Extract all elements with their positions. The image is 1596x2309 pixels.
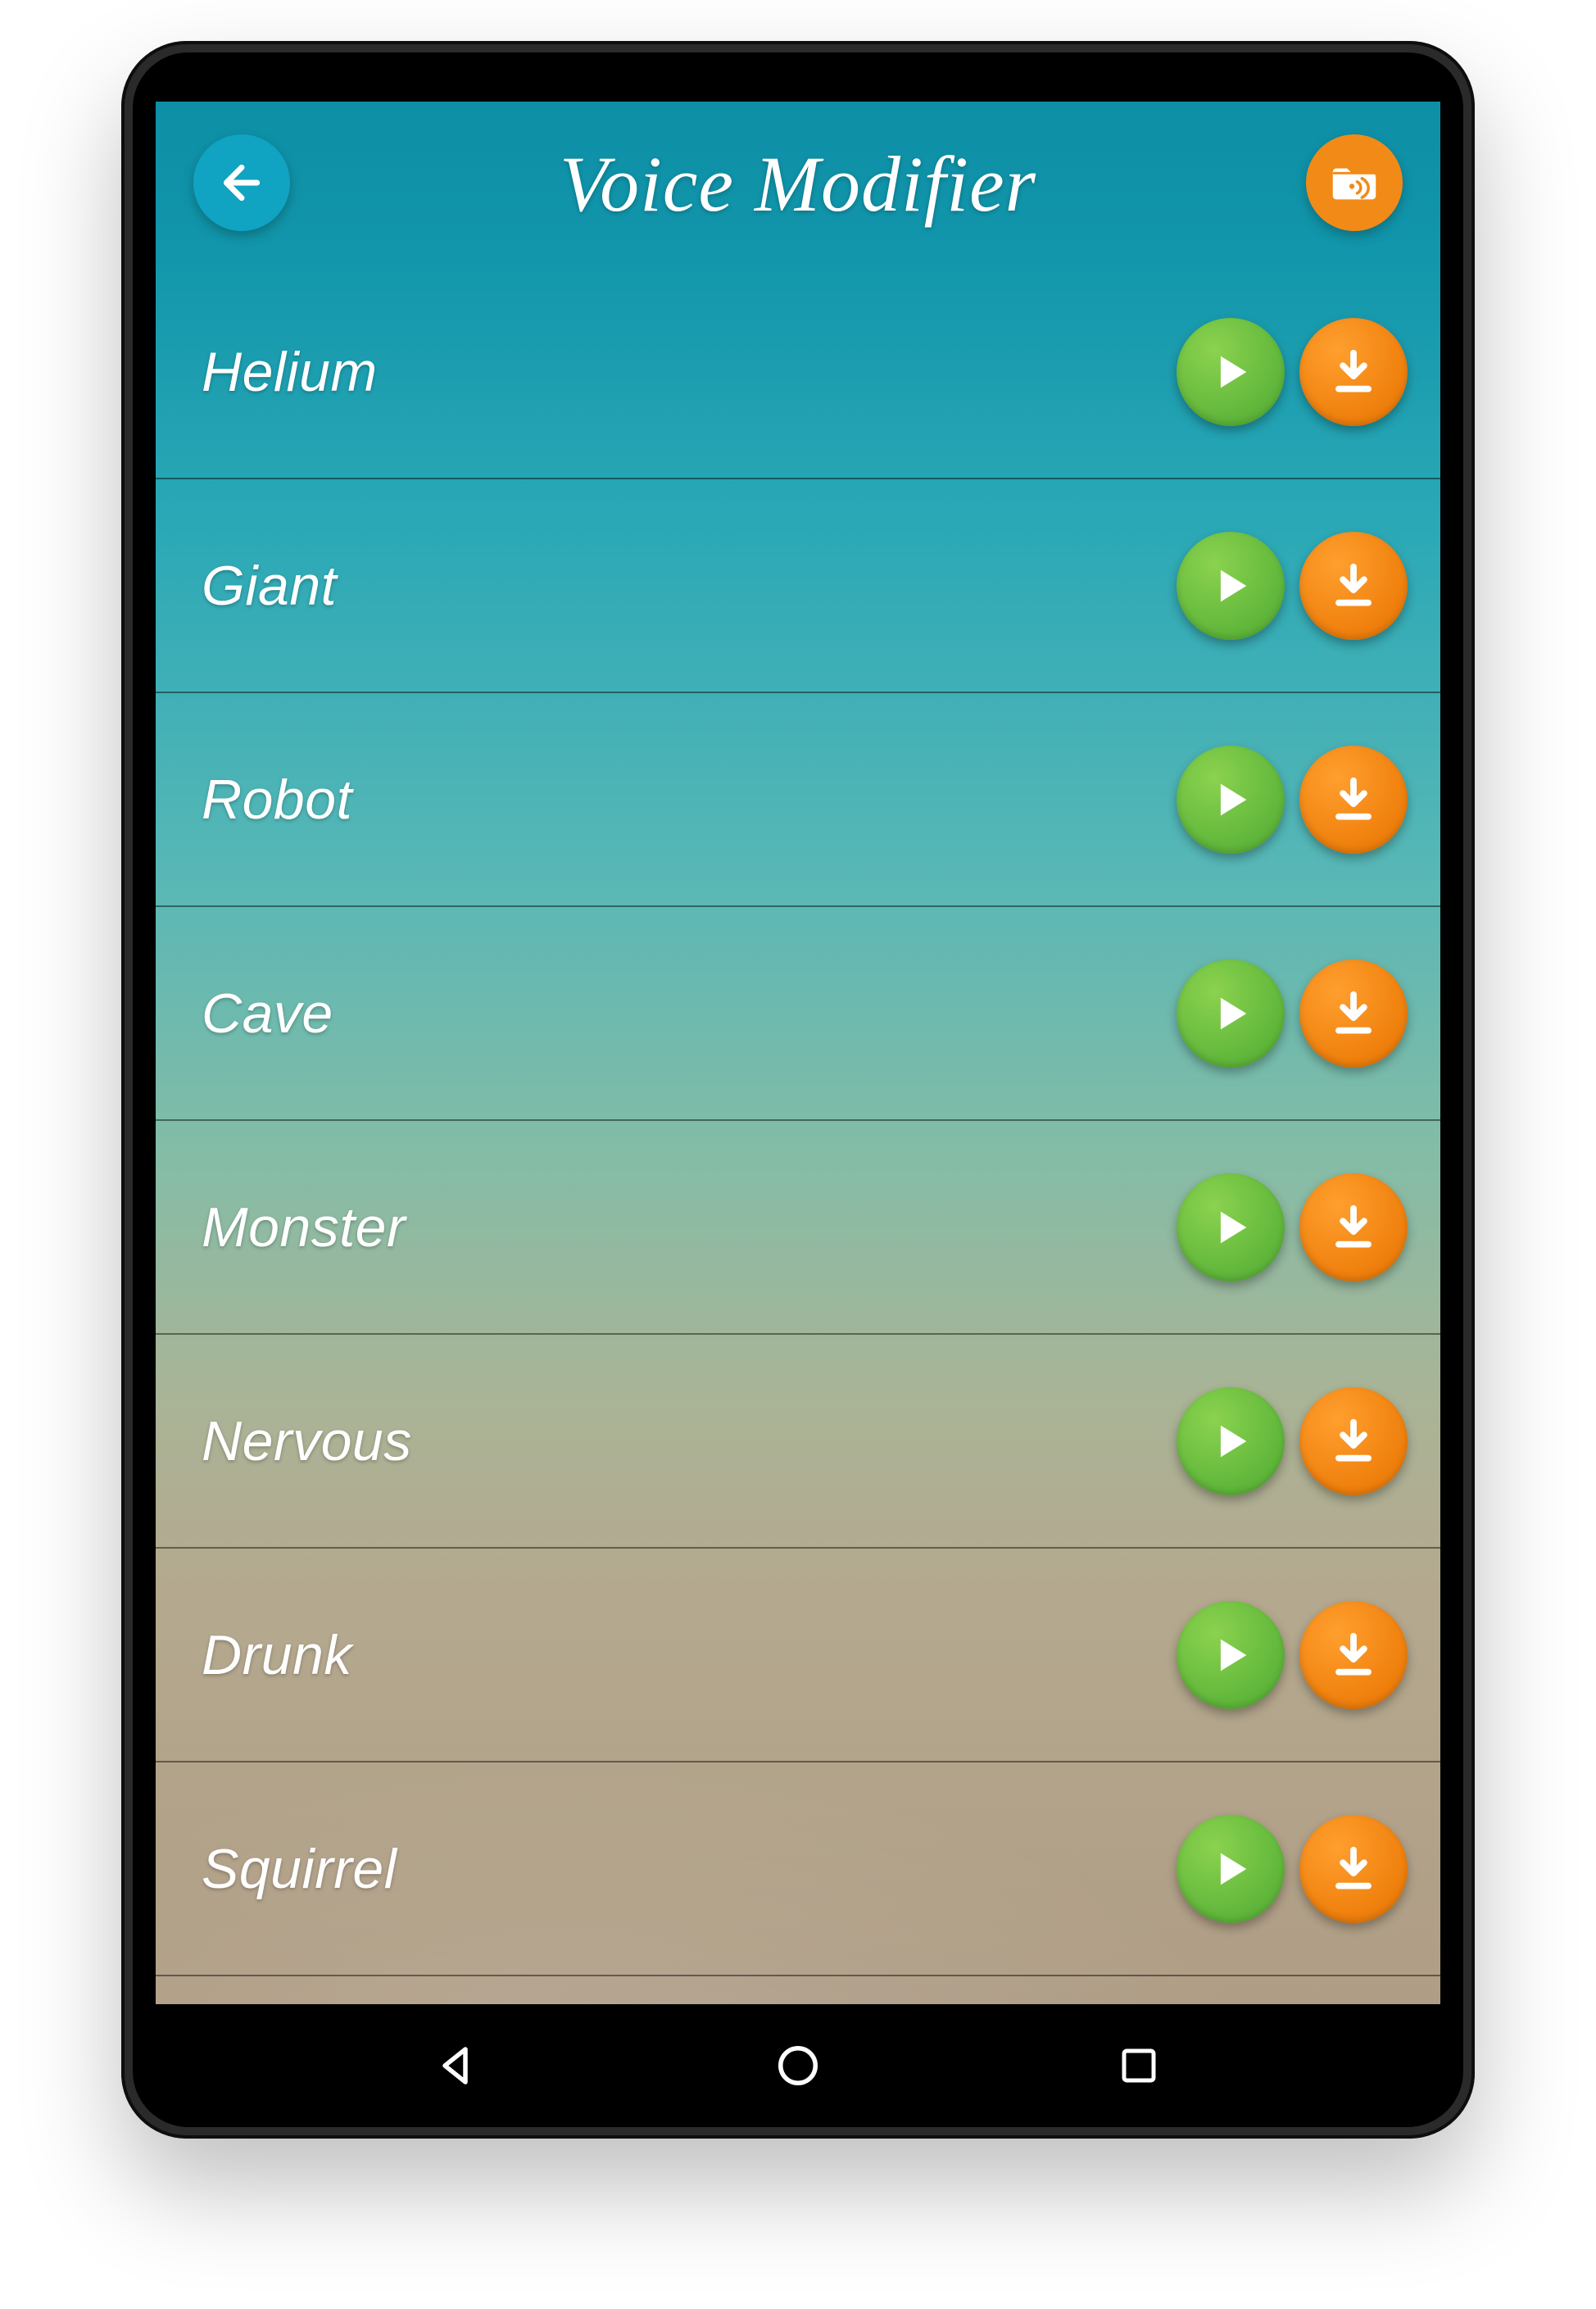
play-icon: [1207, 1204, 1254, 1251]
download-button[interactable]: [1299, 1173, 1408, 1282]
effect-label: Cave: [202, 982, 1177, 1046]
download-button[interactable]: [1299, 1815, 1408, 1923]
download-button[interactable]: [1299, 1387, 1408, 1495]
row-actions: [1177, 532, 1408, 640]
list-item: Helium: [156, 265, 1440, 479]
nav-back-button[interactable]: [420, 2029, 494, 2103]
list-item: Robot: [156, 693, 1440, 907]
play-button[interactable]: [1177, 1173, 1285, 1282]
row-actions: [1177, 1601, 1408, 1709]
effects-list: Helium: [156, 265, 1440, 1976]
row-actions: [1177, 318, 1408, 426]
download-button[interactable]: [1299, 746, 1408, 854]
play-button[interactable]: [1177, 1601, 1285, 1709]
play-icon: [1207, 562, 1254, 610]
download-icon: [1328, 1844, 1379, 1894]
list-item: Squirrel: [156, 1762, 1440, 1976]
download-icon: [1328, 774, 1379, 825]
nav-home-button[interactable]: [761, 2029, 835, 2103]
app-screen: Voice Modifier Helium: [156, 102, 1440, 2004]
circle-icon: [773, 2041, 823, 2090]
row-actions: [1177, 1387, 1408, 1495]
folder-sound-icon: [1326, 154, 1383, 211]
effect-label: Drunk: [202, 1623, 1177, 1687]
list-item: Monster: [156, 1121, 1440, 1335]
download-button[interactable]: [1299, 1601, 1408, 1709]
nav-recent-button[interactable]: [1102, 2029, 1176, 2103]
effect-label: Monster: [202, 1195, 1177, 1259]
play-icon: [1207, 1631, 1254, 1679]
play-icon: [1207, 990, 1254, 1037]
list-item: Nervous: [156, 1335, 1440, 1549]
play-button[interactable]: [1177, 1387, 1285, 1495]
row-actions: [1177, 1173, 1408, 1282]
play-button[interactable]: [1177, 746, 1285, 854]
row-actions: [1177, 959, 1408, 1068]
download-button[interactable]: [1299, 959, 1408, 1068]
download-icon: [1328, 1630, 1379, 1681]
triangle-left-icon: [433, 2041, 482, 2090]
download-button[interactable]: [1299, 318, 1408, 426]
effect-label: Squirrel: [202, 1837, 1177, 1901]
tablet-frame: Voice Modifier Helium: [121, 41, 1475, 2139]
row-actions: [1177, 746, 1408, 854]
app-header: Voice Modifier: [156, 102, 1440, 265]
play-icon: [1207, 1418, 1254, 1465]
download-icon: [1328, 560, 1379, 611]
tablet-inner: Voice Modifier Helium: [133, 52, 1463, 2127]
list-item: Cave: [156, 907, 1440, 1121]
play-button[interactable]: [1177, 318, 1285, 426]
play-button[interactable]: [1177, 532, 1285, 640]
download-icon: [1328, 1416, 1379, 1467]
saved-recordings-button[interactable]: [1306, 134, 1403, 231]
download-icon: [1328, 347, 1379, 397]
download-button[interactable]: [1299, 532, 1408, 640]
download-icon: [1328, 988, 1379, 1039]
effect-label: Helium: [202, 340, 1177, 404]
square-icon: [1117, 2044, 1161, 2088]
play-icon: [1207, 348, 1254, 396]
arrow-left-icon: [215, 157, 268, 209]
effect-label: Nervous: [202, 1409, 1177, 1473]
list-item: Giant: [156, 479, 1440, 693]
play-icon: [1207, 1845, 1254, 1893]
play-button[interactable]: [1177, 1815, 1285, 1923]
play-icon: [1207, 776, 1254, 823]
download-icon: [1328, 1202, 1379, 1253]
android-navbar: [156, 2004, 1440, 2127]
list-item: Drunk: [156, 1549, 1440, 1762]
back-button[interactable]: [193, 134, 290, 231]
play-button[interactable]: [1177, 959, 1285, 1068]
page-title: Voice Modifier: [560, 138, 1036, 229]
effect-label: Robot: [202, 768, 1177, 832]
row-actions: [1177, 1815, 1408, 1923]
effect-label: Giant: [202, 554, 1177, 618]
